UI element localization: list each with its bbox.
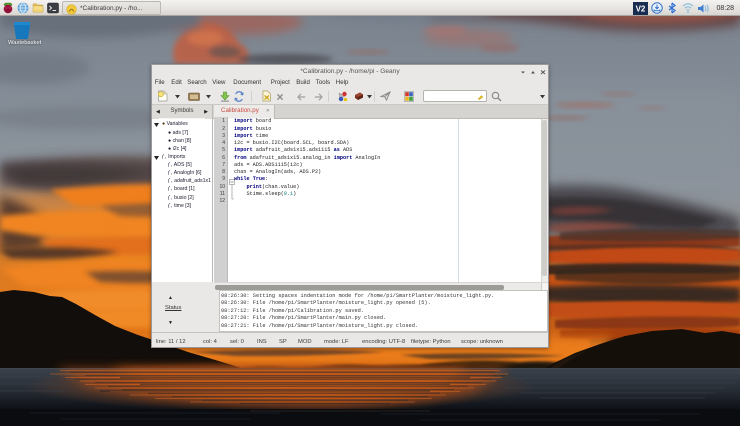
svg-text:V2: V2 (636, 4, 646, 13)
